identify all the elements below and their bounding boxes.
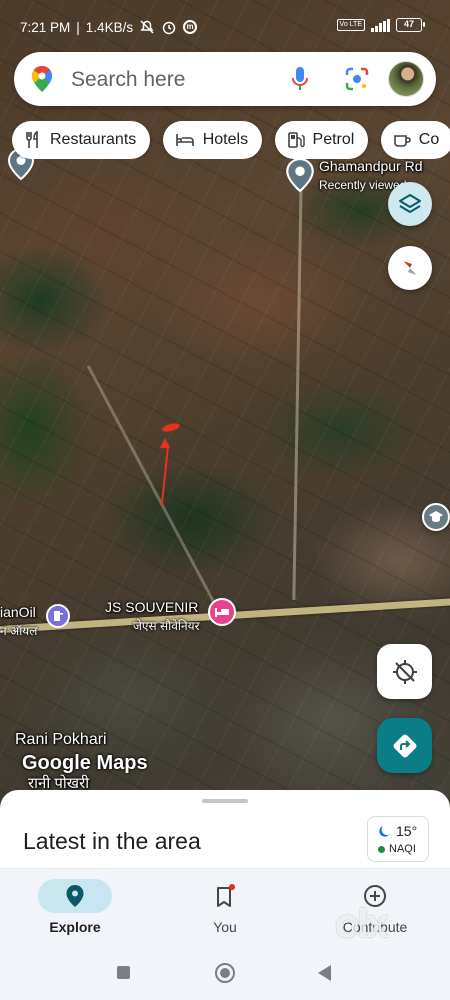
status-separator: |: [76, 19, 80, 35]
alarm-icon: [162, 21, 176, 35]
my-location-button[interactable]: [377, 644, 432, 699]
moon-icon: [379, 826, 390, 837]
bottom-sheet[interactable]: Latest in the area 15° NAQI: [0, 790, 450, 880]
sheet-drag-handle[interactable]: [202, 799, 248, 803]
aqi-status-dot: [378, 845, 385, 853]
status-left: 7:21 PM | 1.4KB/s m: [20, 19, 198, 35]
signal-strength-icon: [371, 18, 390, 32]
avatar[interactable]: [388, 61, 424, 97]
recent-place-name[interactable]: Ghamandpur Rd: [319, 158, 423, 174]
layers-icon: [399, 194, 421, 213]
bookmark-icon: [217, 884, 235, 907]
chip-petrol[interactable]: Petrol: [274, 121, 369, 159]
google-maps-logo: Google Maps: [22, 752, 148, 774]
mute-icon: [140, 20, 154, 34]
status-time: 7:21 PM: [20, 19, 71, 35]
app-notification-icon: m: [183, 20, 198, 34]
nav-you[interactable]: You: [165, 879, 285, 935]
google-maps-pin-icon: [32, 66, 52, 92]
sheet-title: Latest in the area: [23, 828, 201, 854]
fork-knife-icon: [26, 131, 38, 148]
compass-button[interactable]: [388, 246, 432, 290]
microphone-icon[interactable]: [290, 65, 310, 93]
hotel-label-hindi: जेएस सौवेनियर: [133, 619, 200, 633]
google-lens-icon[interactable]: [344, 66, 370, 92]
home-button[interactable]: [215, 963, 235, 983]
bed-icon: [175, 134, 194, 146]
directions-button[interactable]: [377, 718, 432, 773]
temperature-value: 15°: [396, 823, 418, 839]
recent-place-pin-icon[interactable]: [286, 158, 314, 192]
graduation-cap-icon: [429, 511, 443, 522]
chip-label: Restaurants: [50, 131, 137, 148]
chip-coffee[interactable]: Co: [380, 121, 450, 159]
layers-button[interactable]: [388, 182, 432, 226]
chip-hotels[interactable]: Hotels: [162, 121, 263, 159]
category-chips: Restaurants Hotels Petrol Co: [12, 121, 450, 159]
nav-explore-indicator: [38, 879, 112, 913]
chip-restaurants[interactable]: Restaurants: [12, 121, 151, 159]
chip-label: Hotels: [202, 131, 249, 148]
weather-temperature: 15°: [378, 823, 417, 839]
status-bar: 7:21 PM | 1.4KB/s m Vo LTE 47: [0, 0, 450, 52]
back-button[interactable]: [318, 965, 331, 981]
hotel-pin-icon[interactable]: [207, 597, 237, 627]
indianoil-label-hindi: न ऑयल: [0, 624, 38, 638]
nav-explore-label: Explore: [49, 919, 101, 935]
status-right: Vo LTE 47: [336, 18, 425, 32]
coffee-cup-icon: [393, 135, 411, 147]
air-quality: NAQI: [378, 843, 416, 855]
status-network-speed: 1.4KB/s: [85, 19, 134, 35]
system-navigation-bar: [0, 948, 450, 1000]
hotel-label[interactable]: JS SOUVENIR: [105, 599, 198, 615]
olx-watermark: olx: [335, 902, 389, 946]
aqi-label: NAQI: [389, 843, 416, 855]
chip-label: Petrol: [312, 131, 355, 148]
fuel-pump-icon: [287, 132, 305, 148]
search-input[interactable]: Search here: [71, 68, 185, 92]
school-pin[interactable]: [422, 503, 450, 531]
nav-you-indicator: [188, 879, 262, 913]
location-off-icon: [392, 659, 417, 684]
fuel-station-pin-icon[interactable]: [46, 604, 70, 628]
village-label[interactable]: Rani Pokhari: [15, 731, 107, 749]
compass-icon: [402, 260, 418, 276]
explore-pin-icon: [66, 885, 84, 907]
search-bar[interactable]: Search here: [14, 52, 436, 106]
volte-icon: Vo LTE: [336, 19, 365, 31]
chip-label: Co: [418, 131, 440, 148]
nav-explore[interactable]: Explore: [15, 879, 135, 935]
recents-button[interactable]: [117, 966, 130, 979]
directions-icon: [393, 734, 416, 757]
battery-icon: 47: [396, 18, 425, 32]
weather-chip[interactable]: 15° NAQI: [367, 816, 429, 862]
indianoil-label[interactable]: ianOil: [0, 604, 36, 620]
nav-you-label: You: [213, 919, 237, 935]
